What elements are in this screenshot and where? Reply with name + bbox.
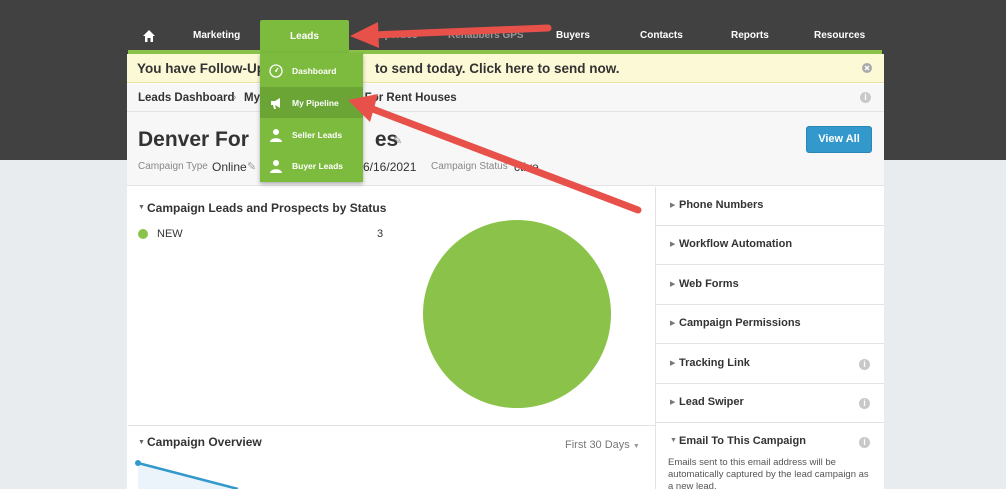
megaphone-icon bbox=[271, 98, 280, 109]
dropdown-item-dashboard[interactable]: Dashboard bbox=[260, 55, 363, 86]
nav-rehabbers-gps[interactable]: Rehabbers GPS bbox=[448, 30, 524, 41]
home-icon[interactable] bbox=[142, 29, 156, 43]
person-icon bbox=[270, 160, 282, 173]
legend-dot-new bbox=[138, 229, 148, 239]
nav-properties[interactable]: Properties bbox=[368, 30, 417, 41]
overview-point bbox=[135, 460, 141, 466]
legend-value-new: 3 bbox=[377, 228, 384, 240]
expand-caret-icon: ▶ bbox=[670, 202, 676, 209]
sidebar-item-label: Campaign Permissions bbox=[679, 317, 801, 329]
followup-banner[interactable]: You have Follow-Up to send today. Click h… bbox=[127, 54, 884, 83]
sidebar-item-lead-swiper[interactable]: ▶ Lead Swiper i bbox=[656, 384, 884, 423]
expand-caret-icon: ▶ bbox=[670, 360, 676, 367]
sidebar-item-label: Email To This Campaign bbox=[679, 435, 806, 447]
leads-dropdown-menu: Dashboard My Pipeline Seller Leads Buyer… bbox=[260, 53, 363, 182]
nav-resources[interactable]: Resources bbox=[814, 30, 865, 41]
info-icon[interactable]: i bbox=[859, 398, 870, 409]
breadcrumb-my-campaigns[interactable]: My bbox=[244, 92, 260, 104]
legend-name-new: NEW bbox=[157, 228, 183, 240]
nav-leads[interactable]: Leads bbox=[260, 20, 349, 53]
leads-status-title: Campaign Leads and Prospects by Status bbox=[147, 201, 387, 215]
sidebar-item-label: Web Forms bbox=[679, 278, 739, 290]
sidebar-item-label: Workflow Automation bbox=[679, 238, 793, 250]
sidebar-item-label: Phone Numbers bbox=[679, 199, 764, 211]
campaign-type-label: Campaign Type bbox=[138, 161, 208, 172]
dropdown-item-label: Dashboard bbox=[292, 66, 337, 76]
dashboard-icon bbox=[269, 64, 283, 78]
dropdown-item-label: Seller Leads bbox=[292, 130, 343, 140]
edit-type-icon[interactable]: ✎ bbox=[247, 160, 256, 173]
breadcrumb-leads-dashboard[interactable]: Leads Dashboard bbox=[138, 92, 235, 104]
nav-buyers[interactable]: Buyers bbox=[556, 30, 590, 41]
dropdown-item-label: Buyer Leads bbox=[292, 161, 344, 171]
breadcrumb-separator: › bbox=[233, 92, 237, 103]
edit-title-icon[interactable]: ✎ bbox=[393, 134, 402, 147]
sidebar-item-campaign-permissions[interactable]: ▶ Campaign Permissions bbox=[656, 305, 884, 344]
nav-leads-label: Leads bbox=[290, 31, 319, 42]
followup-text[interactable]: You have Follow-Up to send today. Click h… bbox=[137, 61, 620, 76]
campaign-date-value: 6/16/2021 bbox=[363, 160, 417, 174]
info-icon[interactable]: i bbox=[860, 92, 871, 103]
sidebar-item-tracking-link[interactable]: ▶ Tracking Link i bbox=[656, 345, 884, 384]
expand-caret-icon: ▶ bbox=[670, 241, 676, 248]
info-icon[interactable]: i bbox=[859, 359, 870, 370]
breadcrumb: Leads Dashboard › My r For Rent Houses i bbox=[127, 84, 884, 112]
collapse-caret-icon[interactable]: ▼ bbox=[138, 204, 145, 211]
expand-caret-icon: ▶ bbox=[670, 281, 676, 288]
campaign-type-value: Online bbox=[212, 160, 247, 174]
sidebar-item-phone-numbers[interactable]: ▶ Phone Numbers bbox=[656, 187, 884, 226]
sidebar-item-workflow-automation[interactable]: ▶ Workflow Automation bbox=[656, 226, 884, 265]
nav-contacts[interactable]: Contacts bbox=[640, 30, 683, 41]
nav-marketing[interactable]: Marketing bbox=[193, 30, 240, 41]
close-icon[interactable] bbox=[862, 63, 872, 73]
email-campaign-description: Emails sent to this email address will b… bbox=[668, 457, 869, 489]
campaign-status-label: Campaign Status bbox=[431, 161, 508, 172]
sidebar-item-web-forms[interactable]: ▶ Web Forms bbox=[656, 266, 884, 305]
expand-caret-icon: ▶ bbox=[670, 320, 676, 327]
campaign-header: Denver For es ✎ Campaign Type Online ✎ 6/… bbox=[127, 112, 884, 186]
breadcrumb-current: r For Rent Houses bbox=[357, 92, 457, 104]
dropdown-item-label: My Pipeline bbox=[292, 98, 339, 108]
person-icon bbox=[270, 129, 282, 142]
date-range-select[interactable]: First 30 Days ▼ bbox=[565, 439, 640, 451]
sidebar-item-label: Lead Swiper bbox=[679, 396, 744, 408]
overview-title: Campaign Overview bbox=[147, 435, 262, 449]
campaign-status-value: ctive bbox=[514, 160, 539, 174]
collapse-caret-icon[interactable]: ▼ bbox=[138, 439, 145, 446]
nav-reports[interactable]: Reports bbox=[731, 30, 769, 41]
dropdown-item-seller-leads[interactable]: Seller Leads bbox=[260, 119, 363, 150]
expand-caret-icon: ▶ bbox=[670, 399, 676, 406]
overview-line-chart bbox=[135, 460, 239, 489]
main-nav: Marketing Properties Rehabbers GPS Buyer… bbox=[128, 20, 882, 53]
pie-slice-new bbox=[423, 220, 611, 408]
collapse-caret-icon: ▼ bbox=[670, 437, 677, 444]
info-icon[interactable]: i bbox=[859, 437, 870, 448]
dropdown-item-my-pipeline[interactable]: My Pipeline bbox=[260, 87, 363, 118]
status-pie-chart bbox=[423, 220, 611, 408]
section-divider bbox=[128, 425, 655, 426]
sidebar-item-label: Tracking Link bbox=[679, 357, 750, 369]
dropdown-item-buyer-leads[interactable]: Buyer Leads bbox=[260, 150, 363, 181]
view-all-button[interactable]: View All bbox=[806, 126, 872, 153]
